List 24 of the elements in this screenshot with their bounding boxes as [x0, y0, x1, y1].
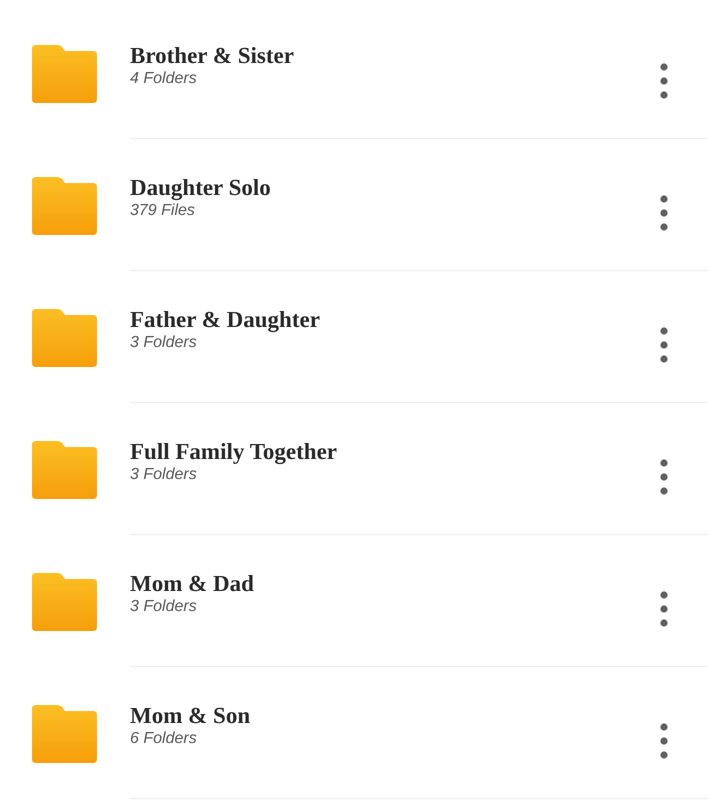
more-options-icon	[660, 459, 668, 495]
item-count: 4 Folders	[130, 69, 197, 89]
item-count: 3 Folders	[130, 465, 197, 485]
more-options-icon	[660, 195, 668, 231]
more-options-button[interactable]	[660, 591, 668, 627]
folder-name: Mom & Son	[130, 702, 250, 729]
more-options-icon	[660, 723, 668, 759]
more-options-icon	[660, 591, 668, 627]
more-options-button[interactable]	[660, 459, 668, 495]
folder-name: Daughter Solo	[130, 174, 271, 201]
folder-name: Mom & Dad	[130, 570, 254, 597]
item-count: 3 Folders	[130, 597, 197, 617]
more-options-button[interactable]	[660, 327, 668, 363]
more-options-button[interactable]	[660, 63, 668, 99]
folder-name: Brother & Sister	[130, 42, 294, 69]
folder-name: Father & Daughter	[130, 306, 320, 333]
more-options-button[interactable]	[660, 195, 668, 231]
item-count: 3 Folders	[130, 333, 197, 353]
more-options-button[interactable]	[660, 723, 668, 759]
folder-name: Full Family Together	[130, 438, 337, 465]
item-count: 6 Folders	[130, 729, 197, 749]
more-options-icon	[660, 327, 668, 363]
more-options-icon	[660, 63, 668, 99]
item-count: 379 Files	[130, 201, 195, 221]
